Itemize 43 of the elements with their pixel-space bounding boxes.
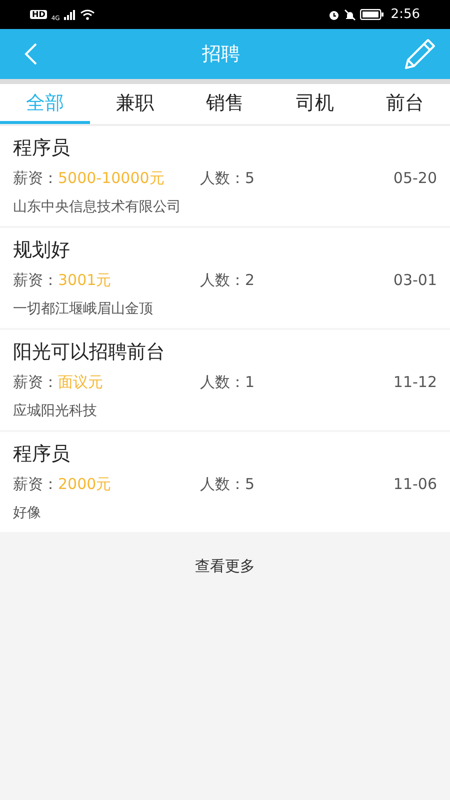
job-card[interactable]: 程序员 薪资：5000-10000元 人数：5 05-20 山东中央信息技术有限公司 xyxy=(0,126,450,226)
company-name: 好像 xyxy=(13,504,42,523)
company-name: 山东中央信息技术有限公司 xyxy=(13,198,182,217)
post-date: 05-20 xyxy=(393,168,437,188)
category-tab[interactable]: 销售 xyxy=(180,84,270,124)
headcount: 人数：1 xyxy=(200,372,256,392)
salary-label: 薪资： xyxy=(13,168,58,188)
signal-icon xyxy=(64,10,76,20)
salary-value: 2000元 xyxy=(58,474,112,494)
job-card[interactable]: 规划好 薪资：3001元 人数：2 03-01 一切都江堰峨眉山金顶 xyxy=(0,228,450,328)
page-title: 招聘 xyxy=(202,42,240,67)
muted-bell-icon xyxy=(344,8,356,20)
job-title: 程序员 xyxy=(13,442,71,467)
salary-value: 3001元 xyxy=(58,270,112,290)
headcount: 人数：5 xyxy=(200,474,256,494)
wifi-icon xyxy=(80,9,95,20)
job-card[interactable]: 阳光可以招聘前台 薪资：面议元 人数：1 11-12 应城阳光科技 xyxy=(0,330,450,430)
salary-label: 薪资： xyxy=(13,270,58,290)
job-title: 规划好 xyxy=(13,238,71,263)
job-title: 阳光可以招聘前台 xyxy=(13,340,166,365)
battery-icon xyxy=(360,9,384,20)
post-date: 11-12 xyxy=(393,372,437,392)
pencil-icon[interactable] xyxy=(404,38,436,70)
category-tab[interactable]: 前台 xyxy=(360,84,450,124)
salary-value: 面议元 xyxy=(58,372,103,392)
salary-label: 薪资： xyxy=(13,372,58,392)
headcount: 人数：2 xyxy=(200,270,256,290)
company-name: 一切都江堰峨眉山金顶 xyxy=(13,300,154,319)
post-date: 03-01 xyxy=(393,270,437,290)
load-more-button[interactable]: 查看更多 xyxy=(189,556,261,577)
company-name: 应城阳光科技 xyxy=(13,402,98,421)
hd-badge: HD xyxy=(30,10,48,19)
alarm-icon xyxy=(328,8,340,20)
salary-value: 5000-10000元 xyxy=(58,168,164,188)
category-tab[interactable]: 兼职 xyxy=(90,84,180,124)
job-title: 程序员 xyxy=(13,136,71,161)
back-icon[interactable] xyxy=(24,42,38,66)
clock-time: 2:56 xyxy=(390,7,420,22)
salary-label: 薪资： xyxy=(13,474,58,494)
job-card[interactable]: 程序员 薪资：2000元 人数：5 11-06 好像 xyxy=(0,432,450,532)
post-date: 11-06 xyxy=(393,474,437,494)
headcount: 人数：5 xyxy=(200,168,256,188)
category-tab[interactable]: 司机 xyxy=(270,84,360,124)
